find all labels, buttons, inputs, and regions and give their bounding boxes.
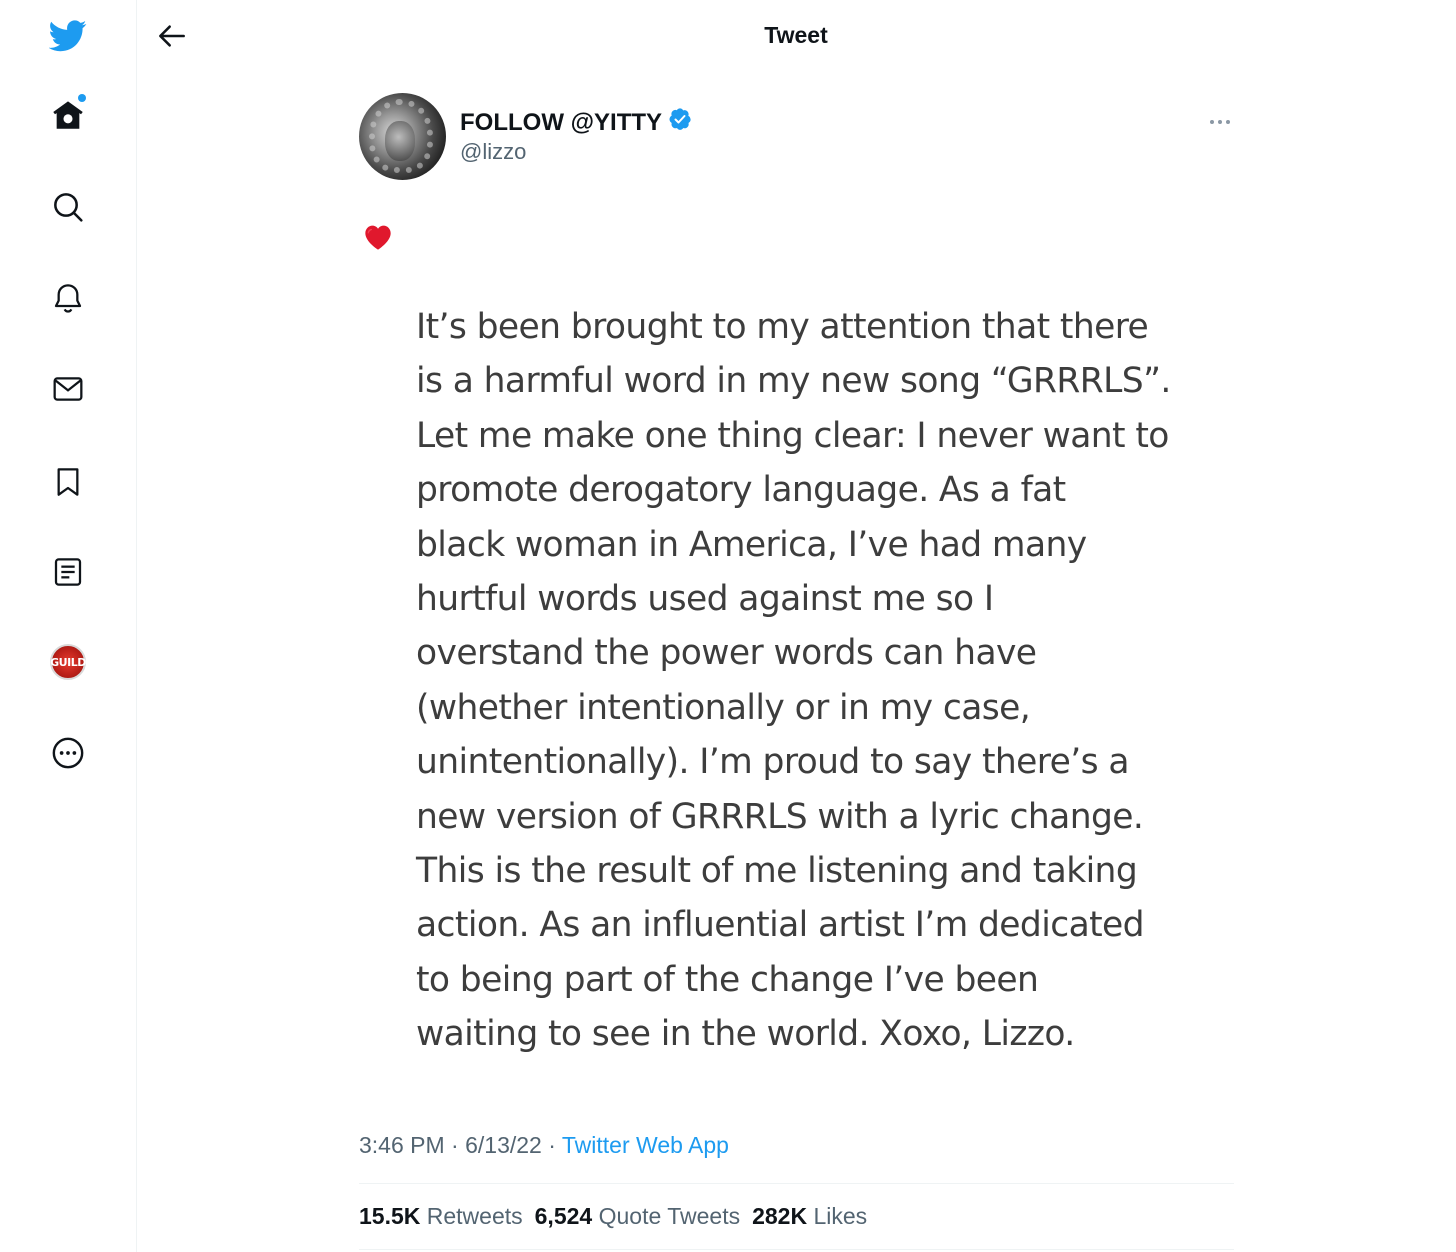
page-title: Tweet: [764, 22, 828, 48]
author-display-name[interactable]: FOLLOW @YITTY: [460, 107, 692, 138]
tweet-stats: 15.5K Retweets 6,524 Quote Tweets 282K L…: [359, 1203, 867, 1230]
lists-icon[interactable]: [46, 550, 90, 594]
verified-badge-icon: [668, 107, 692, 138]
tweet-time[interactable]: 3:46 PM: [359, 1132, 445, 1158]
quote-tweets-stat[interactable]: 6,524 Quote Tweets: [535, 1203, 740, 1230]
more-options-icon[interactable]: [1202, 108, 1238, 136]
retweets-stat[interactable]: 15.5K Retweets: [359, 1203, 523, 1230]
tweet-line: action. As an influential artist I’m ded…: [416, 905, 1145, 946]
tweet-line: hurtful words used against me so I: [416, 579, 994, 620]
tweet-metadata: 3:46 PM · 6/13/22 · Twitter Web App: [359, 1132, 729, 1159]
search-icon[interactable]: [46, 185, 90, 229]
tweet-date[interactable]: 6/13/22: [465, 1132, 542, 1158]
retweets-label: Retweets: [426, 1203, 523, 1229]
tweet-line: overstand the power words can have: [416, 633, 1037, 674]
tweet-line: waiting to see in the world. Xoxo, Lizzo…: [416, 1014, 1075, 1055]
likes-count: 282K: [752, 1203, 808, 1229]
retweets-count: 15.5K: [359, 1203, 421, 1229]
sidebar-nav: GUILD: [0, 0, 137, 1252]
profile-avatar[interactable]: GUILD: [46, 640, 90, 684]
notification-dot: [78, 94, 86, 102]
messages-icon[interactable]: [46, 367, 90, 411]
tweet-line: to being part of the change I’ve been: [416, 959, 1039, 1000]
author-handle[interactable]: @lizzo: [460, 139, 526, 165]
home-icon[interactable]: [46, 94, 90, 138]
likes-label: Likes: [813, 1203, 868, 1229]
tweet-body: It’s been brought to my attention that t…: [416, 300, 1206, 1062]
tweet-line: Let me make one thing clear: I never wan…: [416, 415, 1169, 456]
guild-logo: GUILD: [50, 644, 86, 680]
divider: [359, 1183, 1234, 1184]
notifications-icon[interactable]: [46, 276, 90, 320]
tweet-line: This is the result of me listening and t…: [416, 851, 1138, 892]
quote-tweets-count: 6,524: [534, 1203, 593, 1229]
more-icon[interactable]: [46, 731, 90, 775]
twitter-logo-icon[interactable]: [46, 14, 90, 58]
tweet-line: It’s been brought to my attention that t…: [416, 307, 1149, 347]
quote-tweets-label: Quote Tweets: [598, 1203, 741, 1229]
divider: [359, 1249, 1234, 1250]
tweet-line: is a harmful word in my new song “GRRRLS…: [416, 361, 1171, 402]
author-avatar[interactable]: [359, 93, 446, 180]
likes-stat[interactable]: 282K Likes: [752, 1203, 867, 1230]
heart-emoji-icon: [362, 221, 394, 253]
tweet-line: black woman in America, I’ve had many: [416, 524, 1087, 565]
display-name-text: FOLLOW @YITTY: [460, 108, 663, 136]
tweet-line: (whether intentionally or in my case,: [416, 687, 1031, 728]
bookmarks-icon[interactable]: [46, 460, 90, 504]
tweet-line: unintentionally). I’m proud to say there…: [416, 742, 1130, 783]
separator-dot: ·: [451, 1132, 459, 1158]
tweet-line: promote derogatory language. As a fat: [416, 470, 1066, 511]
separator-dot: ·: [548, 1132, 556, 1158]
tweet-line: new version of GRRRLS with a lyric chang…: [416, 796, 1144, 837]
source-app-link[interactable]: Twitter Web App: [562, 1132, 729, 1158]
back-arrow-icon[interactable]: [150, 14, 194, 58]
